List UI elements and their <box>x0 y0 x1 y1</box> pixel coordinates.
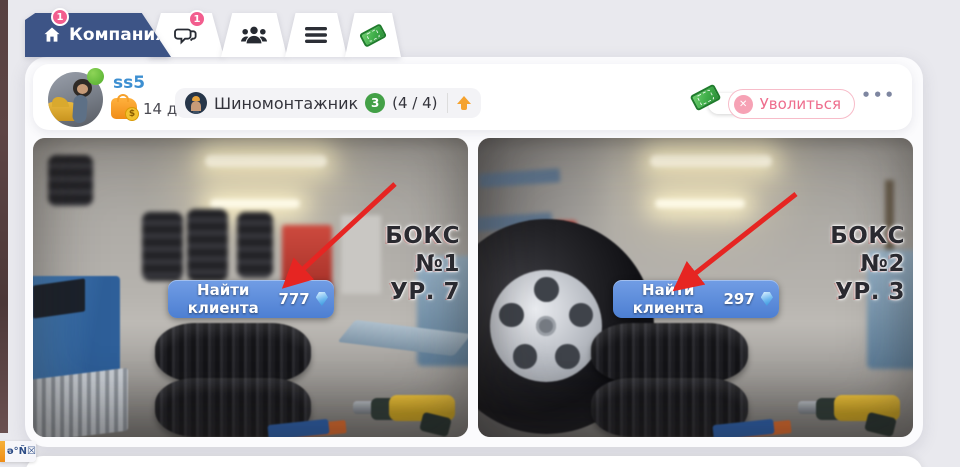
tab-company-label: Компания <box>69 25 166 45</box>
close-icon: ✕ <box>734 95 753 114</box>
username-link[interactable]: ss5 <box>113 73 145 93</box>
job-level-badge: 3 <box>365 93 385 113</box>
box-panel-1: БОКС №1 УР. 7 Найти клиента 777 <box>33 138 468 437</box>
people-icon <box>241 25 267 45</box>
chat-notification-badge: 1 <box>188 10 206 28</box>
tab-members[interactable] <box>221 13 287 57</box>
quit-button[interactable]: ✕ Уволиться <box>728 89 855 119</box>
tab-log-wrap <box>285 13 347 57</box>
ticket-icon <box>359 23 387 48</box>
company-notification-badge: 1 <box>51 8 69 26</box>
box-label-2: БОКС №2 УР. 3 <box>830 222 905 306</box>
list-icon <box>305 26 327 44</box>
page: Компания 1 1 <box>0 0 960 467</box>
tab-log[interactable] <box>285 13 347 57</box>
find-client-button-2[interactable]: Найти клиента 297 <box>613 280 779 318</box>
tab-tickets[interactable] <box>345 13 401 57</box>
tab-company[interactable]: Компания <box>25 13 171 57</box>
more-options-button[interactable]: ••• <box>861 86 896 104</box>
job-title: Шиномонтажник <box>214 94 358 113</box>
employee-profile-card: ss5 $ 14 д. Шиномонтажник 3 (4 / 4) 0 ✕ … <box>33 64 912 130</box>
find-client-button-1[interactable]: Найти клиента 777 <box>168 280 334 318</box>
gem-icon <box>316 292 328 306</box>
next-section-card <box>25 456 923 467</box>
job-progress: (4 / 4) <box>392 94 437 112</box>
corner-widget: ә°Ñ☒ <box>0 441 36 462</box>
quit-button-label: Уволиться <box>760 95 841 113</box>
gem-icon <box>761 292 773 306</box>
box-label-1: БОКС №1 УР. 7 <box>385 222 460 306</box>
money-bag-icon: $ <box>111 98 137 119</box>
ticket-icon <box>690 84 722 112</box>
worker-icon <box>185 92 207 114</box>
home-icon <box>42 25 62 45</box>
online-status-indicator <box>87 68 104 85</box>
tab-company-wrap: Компания 1 <box>25 13 171 57</box>
left-edge-strip <box>0 0 8 433</box>
box-panel-2: БОКС №2 УР. 3 Найти клиента 297 <box>478 138 913 437</box>
job-badge: Шиномонтажник 3 (4 / 4) <box>175 88 481 118</box>
tab-tickets-wrap <box>345 13 401 57</box>
dollar-coin-icon: $ <box>125 107 139 121</box>
corner-widget-text: ә°Ñ☒ <box>5 446 36 457</box>
upgrade-arrow-icon[interactable] <box>457 96 471 111</box>
tab-members-wrap <box>221 13 287 57</box>
salary-info: $ 14 д. <box>111 98 182 119</box>
divider <box>447 93 448 113</box>
